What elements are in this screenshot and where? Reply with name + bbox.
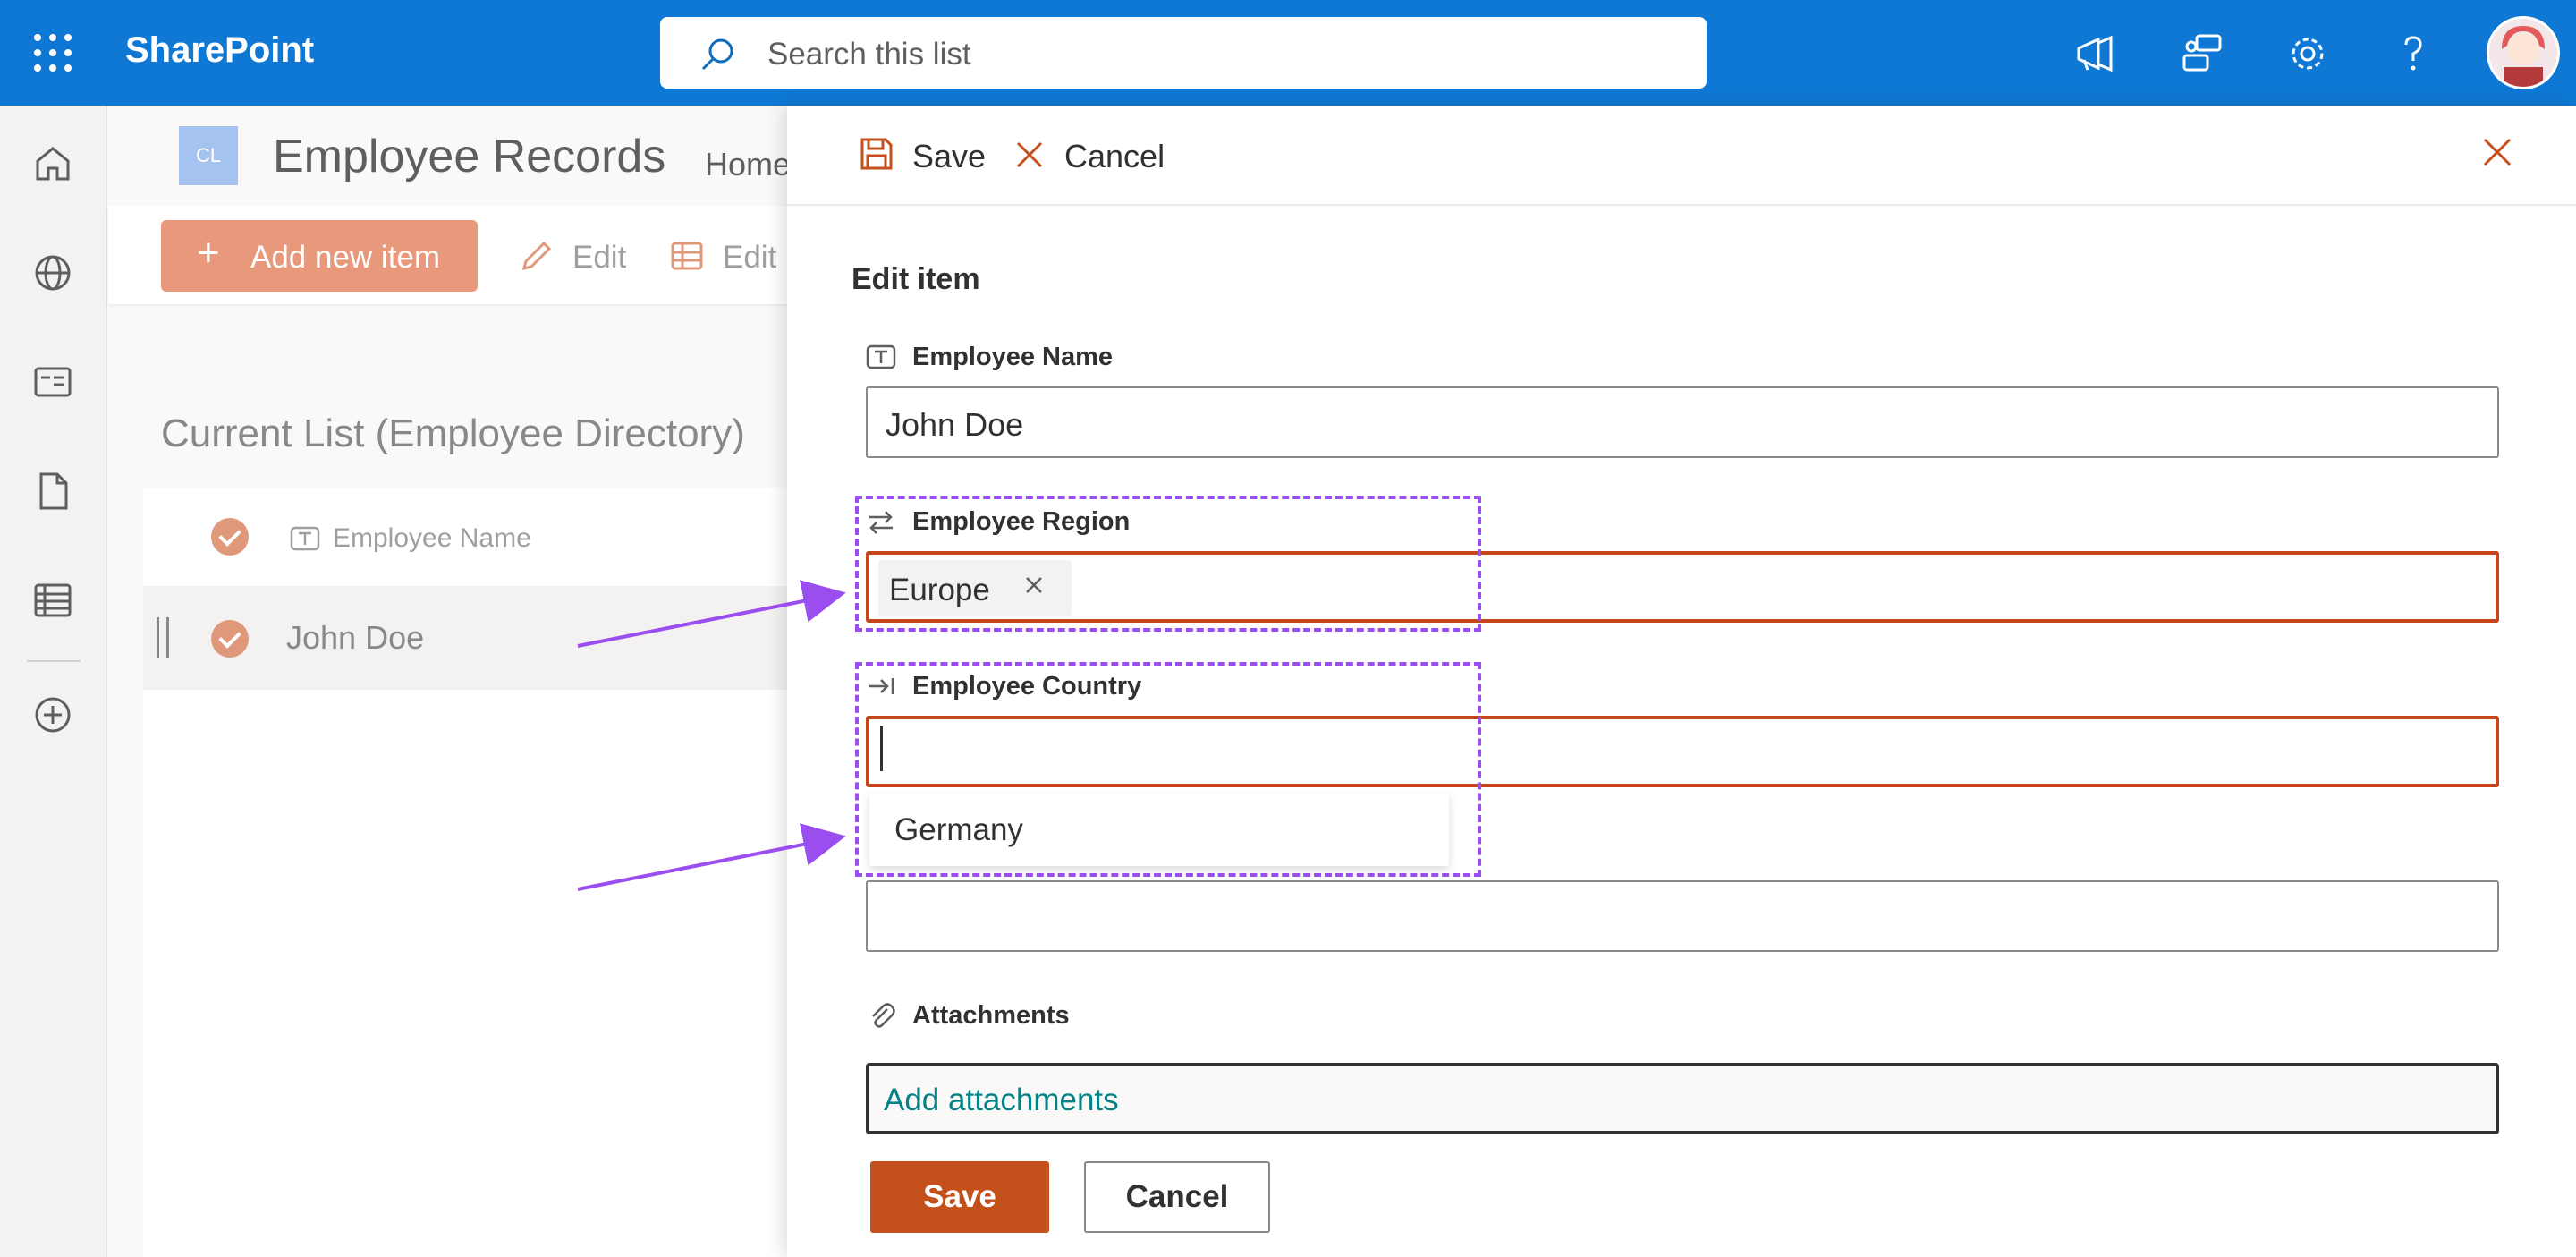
suite-header: SharePoint Search this list xyxy=(0,0,2576,106)
edit-in-grid-button[interactable]: Edit i xyxy=(723,240,792,276)
news-icon[interactable] xyxy=(30,360,75,404)
row-employee-name[interactable]: John Doe xyxy=(286,619,424,657)
annotation-box-country xyxy=(855,662,1481,877)
search-icon xyxy=(701,38,733,71)
annotation-box-region xyxy=(855,496,1481,632)
panel-command-bar xyxy=(787,106,2576,206)
list-title: Current List (Employee Directory) xyxy=(161,412,745,455)
home-icon[interactable] xyxy=(30,141,75,186)
save-icon[interactable] xyxy=(859,136,894,172)
employee-name-field[interactable]: John Doe xyxy=(866,386,2499,458)
plus-icon: + xyxy=(197,231,220,275)
text-field-icon xyxy=(866,344,896,369)
left-app-rail xyxy=(0,106,107,1257)
add-attachments-link[interactable]: Add attachments xyxy=(884,1083,1119,1118)
panel-save-button[interactable]: Save xyxy=(912,138,986,175)
employee-name-label: Employee Name xyxy=(912,343,1114,371)
pencil-icon xyxy=(521,241,552,271)
add-icon[interactable] xyxy=(30,692,75,737)
rail-divider xyxy=(27,660,80,662)
user-avatar[interactable] xyxy=(2487,16,2560,89)
site-title[interactable]: Employee Records xyxy=(273,130,665,183)
save-button[interactable]: Save xyxy=(870,1161,1049,1233)
edit-button[interactable]: Edit xyxy=(572,240,626,276)
search-box[interactable]: Search this list xyxy=(660,17,1707,89)
paperclip-icon xyxy=(872,1003,895,1028)
megaphone-icon[interactable] xyxy=(2072,30,2118,77)
app-launcher-waffle-icon[interactable] xyxy=(34,34,72,72)
add-attachments-field[interactable]: Add attachments xyxy=(866,1063,2499,1134)
row-drag-handle[interactable] xyxy=(157,617,169,658)
cancel-button[interactable]: Cancel xyxy=(1084,1161,1270,1233)
grid-icon xyxy=(671,242,703,270)
app-title[interactable]: SharePoint xyxy=(125,30,314,71)
cancel-icon[interactable] xyxy=(1014,140,1045,170)
additional-field[interactable] xyxy=(866,880,2499,952)
row-checkbox[interactable] xyxy=(211,620,249,658)
gear-icon[interactable] xyxy=(2284,30,2331,77)
panel-heading: Edit item xyxy=(852,262,980,296)
attachments-label: Attachments xyxy=(912,1001,1070,1030)
globe-icon[interactable] xyxy=(30,251,75,295)
close-icon[interactable] xyxy=(2478,132,2517,172)
column-header-employee-name[interactable]: Employee Name xyxy=(333,523,531,554)
chat-icon[interactable] xyxy=(2179,30,2225,77)
site-nav-home[interactable]: Home xyxy=(705,146,791,183)
panel-cancel-button[interactable]: Cancel xyxy=(1064,138,1165,175)
list-icon[interactable] xyxy=(30,578,75,623)
select-all-checkbox[interactable] xyxy=(211,518,249,556)
search-placeholder[interactable]: Search this list xyxy=(767,37,971,72)
file-icon[interactable] xyxy=(30,469,75,514)
help-icon[interactable] xyxy=(2390,30,2436,77)
text-field-icon xyxy=(290,526,320,551)
add-new-item-button[interactable]: + Add new item xyxy=(161,220,478,292)
site-logo[interactable]: CL xyxy=(179,126,238,185)
